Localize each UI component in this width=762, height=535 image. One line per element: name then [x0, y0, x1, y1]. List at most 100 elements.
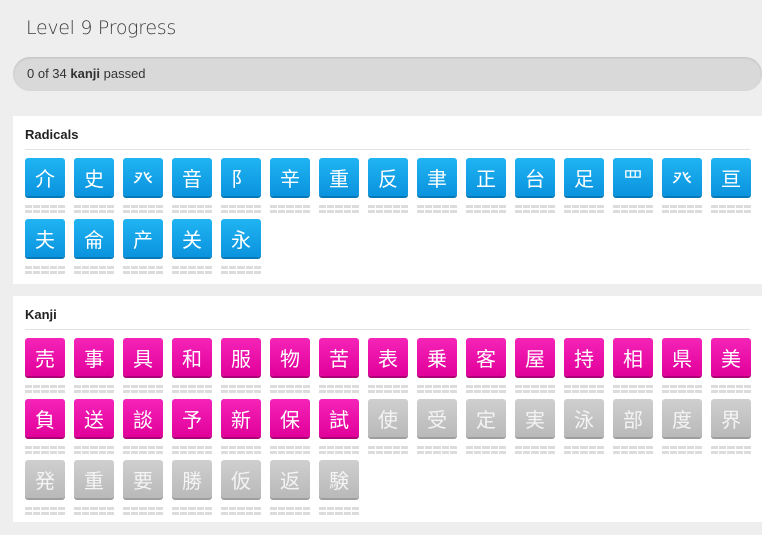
- radical-item[interactable]: 阝: [221, 158, 262, 219]
- kanji-item-locked[interactable]: 勝: [172, 460, 213, 521]
- radical-item[interactable]: 台: [515, 158, 556, 219]
- kanji-item-locked[interactable]: 部: [613, 399, 654, 460]
- radical-item[interactable]: 关: [172, 219, 213, 280]
- radical-item-tile[interactable]: 亘: [711, 158, 751, 196]
- kanji-item[interactable]: 新: [221, 399, 262, 460]
- kanji-item-locked[interactable]: 界: [711, 399, 752, 460]
- radical-item-tile[interactable]: 罒: [613, 158, 653, 196]
- kanji-item-locked[interactable]: 発: [25, 460, 66, 521]
- radical-item-tile[interactable]: 关: [172, 219, 212, 257]
- radical-item[interactable]: 侖: [74, 219, 115, 280]
- kanji-item[interactable]: 売: [25, 338, 66, 399]
- kanji-item-locked-tile[interactable]: 使: [368, 399, 408, 437]
- radical-item[interactable]: 永: [221, 219, 262, 280]
- kanji-item-tile[interactable]: 新: [221, 399, 261, 437]
- radical-item[interactable]: 音: [172, 158, 213, 219]
- kanji-item[interactable]: 屋: [515, 338, 556, 399]
- radical-item[interactable]: 辛: [270, 158, 311, 219]
- kanji-item-locked[interactable]: 受: [417, 399, 458, 460]
- radical-item-tile[interactable]: 足: [564, 158, 604, 196]
- kanji-item-tile[interactable]: 物: [270, 338, 310, 376]
- kanji-item-tile[interactable]: 保: [270, 399, 310, 437]
- kanji-item-locked-tile[interactable]: 発: [25, 460, 65, 498]
- kanji-item-locked-tile[interactable]: 部: [613, 399, 653, 437]
- radical-item-tile[interactable]: 介: [25, 158, 65, 196]
- kanji-item-locked-tile[interactable]: 定: [466, 399, 506, 437]
- kanji-item-tile[interactable]: 試: [319, 399, 359, 437]
- radical-item-tile[interactable]: 反: [368, 158, 408, 196]
- kanji-item[interactable]: 相: [613, 338, 654, 399]
- kanji-item-locked[interactable]: 返: [270, 460, 311, 521]
- radical-item-tile[interactable]: 阝: [221, 158, 261, 196]
- radical-item[interactable]: 聿: [417, 158, 458, 219]
- kanji-item[interactable]: 試: [319, 399, 360, 460]
- radical-item[interactable]: 罒: [613, 158, 654, 219]
- kanji-item[interactable]: 具: [123, 338, 164, 399]
- kanji-item[interactable]: 客: [466, 338, 507, 399]
- radical-item-tile[interactable]: 侖: [74, 219, 114, 257]
- radical-item[interactable]: 足: [564, 158, 605, 219]
- kanji-item-tile[interactable]: 売: [25, 338, 65, 376]
- kanji-item[interactable]: 美: [711, 338, 752, 399]
- kanji-item-locked-tile[interactable]: 度: [662, 399, 702, 437]
- radical-item-tile[interactable]: 永: [221, 219, 261, 257]
- radical-item-tile[interactable]: 台: [515, 158, 555, 196]
- kanji-item-locked-tile[interactable]: 験: [319, 460, 359, 498]
- kanji-item-locked-tile[interactable]: 要: [123, 460, 163, 498]
- radical-item-tile[interactable]: 正: [466, 158, 506, 196]
- kanji-item-locked[interactable]: 重: [74, 460, 115, 521]
- kanji-item-tile[interactable]: 表: [368, 338, 408, 376]
- kanji-item-tile[interactable]: 苦: [319, 338, 359, 376]
- kanji-item[interactable]: 乗: [417, 338, 458, 399]
- radical-item[interactable]: 反: [368, 158, 409, 219]
- kanji-item[interactable]: 送: [74, 399, 115, 460]
- radical-item-tile[interactable]: 聿: [417, 158, 457, 196]
- kanji-item[interactable]: 談: [123, 399, 164, 460]
- kanji-item-tile[interactable]: 送: [74, 399, 114, 437]
- kanji-item[interactable]: 県: [662, 338, 703, 399]
- radical-item[interactable]: 重: [319, 158, 360, 219]
- radical-item[interactable]: 介: [25, 158, 66, 219]
- radical-item[interactable]: 癶: [123, 158, 164, 219]
- kanji-item[interactable]: 和: [172, 338, 213, 399]
- kanji-item[interactable]: 表: [368, 338, 409, 399]
- kanji-item-tile[interactable]: 県: [662, 338, 702, 376]
- kanji-item-tile[interactable]: 相: [613, 338, 653, 376]
- radical-item-tile[interactable]: 癶: [123, 158, 163, 196]
- radical-item-tile[interactable]: 史: [74, 158, 114, 196]
- kanji-item-locked[interactable]: 定: [466, 399, 507, 460]
- kanji-item-locked-tile[interactable]: 勝: [172, 460, 212, 498]
- radical-item-tile[interactable]: 音: [172, 158, 212, 196]
- kanji-item-locked[interactable]: 泳: [564, 399, 605, 460]
- kanji-item-locked[interactable]: 度: [662, 399, 703, 460]
- kanji-item-tile[interactable]: 具: [123, 338, 163, 376]
- kanji-item-tile[interactable]: 談: [123, 399, 163, 437]
- kanji-item-tile[interactable]: 美: [711, 338, 751, 376]
- radical-item-tile[interactable]: 癶: [662, 158, 702, 196]
- kanji-item-locked-tile[interactable]: 返: [270, 460, 310, 498]
- radical-item[interactable]: 史: [74, 158, 115, 219]
- kanji-item[interactable]: 事: [74, 338, 115, 399]
- kanji-item-locked[interactable]: 仮: [221, 460, 262, 521]
- kanji-item-locked[interactable]: 要: [123, 460, 164, 521]
- radical-item-tile[interactable]: 产: [123, 219, 163, 257]
- kanji-item-tile[interactable]: 服: [221, 338, 261, 376]
- radical-item-tile[interactable]: 重: [319, 158, 359, 196]
- kanji-item-tile[interactable]: 予: [172, 399, 212, 437]
- radical-item-tile[interactable]: 夫: [25, 219, 65, 257]
- kanji-item-tile[interactable]: 乗: [417, 338, 457, 376]
- kanji-item-locked-tile[interactable]: 泳: [564, 399, 604, 437]
- kanji-item[interactable]: 予: [172, 399, 213, 460]
- radical-item[interactable]: 亘: [711, 158, 752, 219]
- kanji-item-tile[interactable]: 和: [172, 338, 212, 376]
- kanji-item-locked-tile[interactable]: 受: [417, 399, 457, 437]
- kanji-item-locked[interactable]: 験: [319, 460, 360, 521]
- radical-item[interactable]: 正: [466, 158, 507, 219]
- kanji-item-tile[interactable]: 事: [74, 338, 114, 376]
- kanji-item-locked-tile[interactable]: 界: [711, 399, 751, 437]
- kanji-item-tile[interactable]: 屋: [515, 338, 555, 376]
- radical-item-tile[interactable]: 辛: [270, 158, 310, 196]
- radical-item[interactable]: 产: [123, 219, 164, 280]
- kanji-item[interactable]: 苦: [319, 338, 360, 399]
- kanji-item[interactable]: 保: [270, 399, 311, 460]
